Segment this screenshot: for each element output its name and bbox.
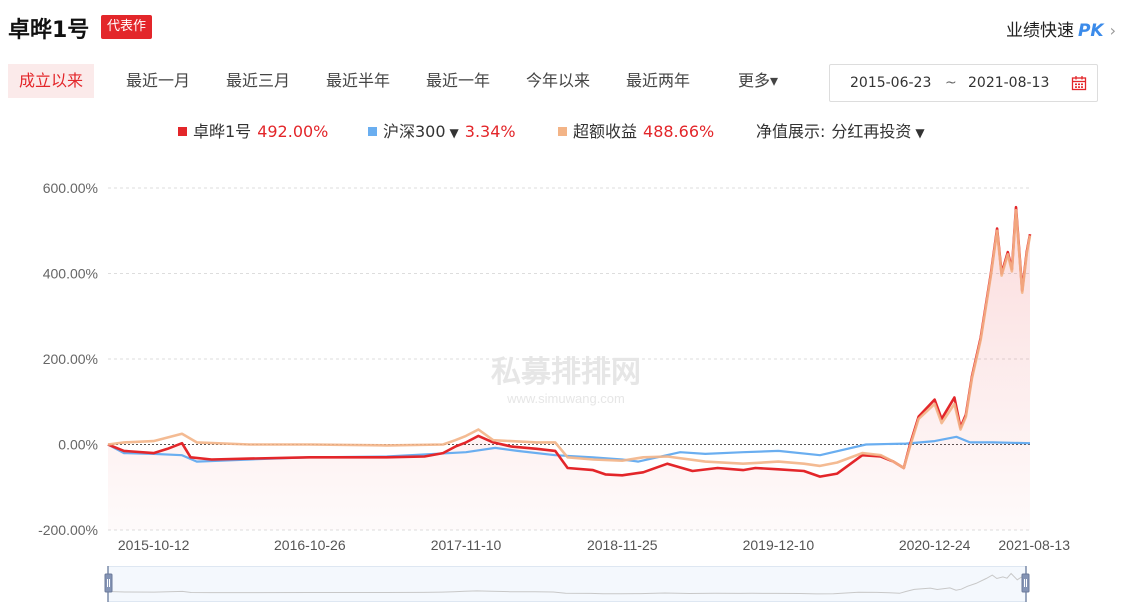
range-navigator[interactable] — [104, 566, 1030, 602]
benchmark-dropdown-icon[interactable]: ▼ — [450, 126, 459, 140]
chart-legend: 卓晔1号 492.00% 沪深300 ▼ 3.34% 超额收益 488.66% 净值展示… — [0, 120, 1132, 144]
page-header: 卓晔1号 代表作 业绩快速 PK › — [0, 0, 1132, 56]
legend-excess-value: 488.66% — [643, 122, 715, 141]
legend-benchmark-label: 沪深300 — [383, 122, 446, 141]
y-tick-label: 400.00% — [43, 266, 98, 282]
navigator-left-handle[interactable] — [104, 573, 113, 593]
legend-fund-value: 492.00% — [257, 122, 329, 141]
tab-more[interactable]: 更多▾ — [723, 64, 793, 98]
excess-color-swatch — [558, 127, 567, 136]
fund-color-swatch — [178, 127, 187, 136]
start-date[interactable]: 2015-06-23 — [850, 75, 931, 91]
calendar-icon[interactable] — [1071, 75, 1087, 91]
navigator-window[interactable] — [107, 566, 1027, 602]
x-tick-label: 2017-11-10 — [431, 537, 502, 553]
tab-last-two-years[interactable]: 最近两年 — [608, 64, 708, 98]
performance-chart[interactable]: 私募排排网 www.simuwang.com 600.00% 400.00% 200… — [0, 160, 1132, 560]
watermark-en: www.simuwang.com — [506, 391, 625, 406]
pk-label: PK — [1077, 21, 1104, 41]
excess-line — [107, 208, 1032, 470]
legend-excess-label: 超额收益 — [573, 122, 638, 141]
nav-display-value: 分红再投资 — [831, 122, 912, 141]
watermark: 私募排排网 www.simuwang.com — [491, 356, 641, 406]
tab-year-to-date[interactable]: 今年以来 — [508, 64, 608, 98]
tab-last-three-months[interactable]: 最近三月 — [208, 64, 308, 98]
end-date[interactable]: 2021-08-13 — [968, 75, 1049, 91]
tab-since-inception[interactable]: 成立以来 — [8, 64, 94, 98]
pk-prefix: 业绩快速 — [1005, 21, 1074, 41]
benchmark-color-swatch — [368, 127, 377, 136]
fund-line — [107, 205, 1032, 478]
tab-last-month[interactable]: 最近一月 — [108, 64, 208, 98]
x-tick-label: 2020-12-24 — [899, 537, 971, 553]
chevron-right-icon: › — [1109, 21, 1116, 40]
legend-benchmark-value: 3.34% — [464, 122, 516, 141]
watermark-cn: 私募排排网 — [491, 356, 641, 389]
y-tick-label: 0.00% — [58, 437, 98, 453]
y-tick-label: 200.00% — [43, 351, 98, 367]
series-layer — [107, 205, 1032, 478]
x-tick-label: 2021-08-13 — [998, 537, 1070, 553]
legend-excess[interactable]: 超额收益 488.66% — [558, 120, 714, 144]
y-tick-label: 600.00% — [43, 180, 98, 196]
legend-benchmark[interactable]: 沪深300 ▼ 3.34% — [368, 120, 516, 144]
fund-name: 卓晔1号 — [8, 18, 90, 43]
tab-last-year[interactable]: 最近一年 — [408, 64, 508, 98]
nav-display-select[interactable]: 净值展示: 分红再投资 ▼ — [756, 120, 925, 144]
legend-fund-label: 卓晔1号 — [193, 122, 252, 141]
legend-fund[interactable]: 卓晔1号 492.00% — [178, 120, 328, 144]
x-tick-label: 2015-10-12 — [118, 537, 190, 553]
navigator-right-handle[interactable] — [1021, 573, 1030, 593]
y-tick-label: -200.00% — [38, 522, 98, 538]
nav-display-label: 净值展示: — [756, 122, 826, 141]
x-tick-label: 2016-10-26 — [274, 537, 346, 553]
x-tick-label: 2018-11-25 — [587, 537, 658, 553]
x-tick-label: 2019-12-10 — [743, 537, 815, 553]
date-range-picker[interactable]: 2015-06-23 ~ 2021-08-13 — [829, 64, 1098, 102]
pk-link[interactable]: 业绩快速 PK › — [1006, 16, 1116, 41]
date-separator: ~ — [945, 75, 957, 91]
nav-display-dropdown-icon[interactable]: ▼ — [915, 126, 924, 140]
tab-last-half-year[interactable]: 最近半年 — [308, 64, 408, 98]
representative-badge: 代表作 — [101, 15, 153, 39]
